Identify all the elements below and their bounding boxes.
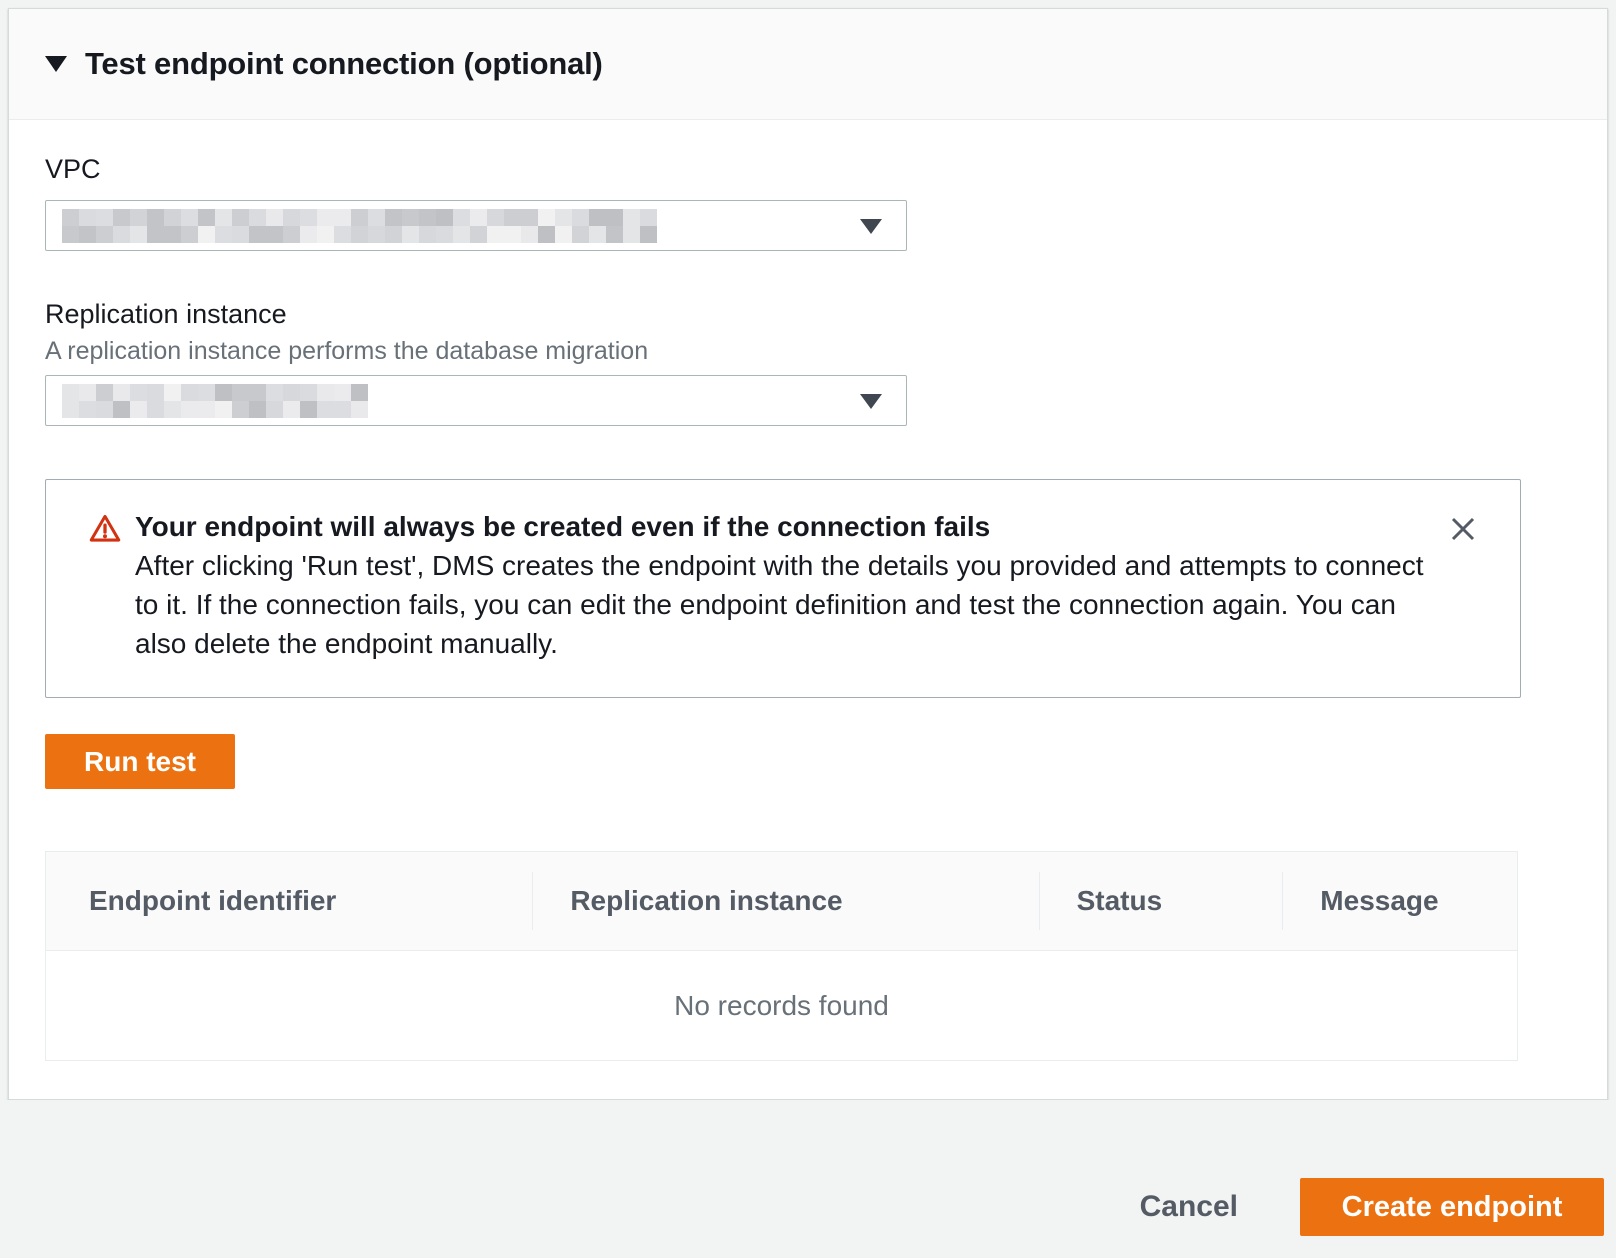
close-icon	[1446, 512, 1480, 546]
cancel-button[interactable]: Cancel	[1140, 1190, 1238, 1224]
replication-instance-field-group: Replication instance A replication insta…	[45, 298, 1527, 426]
replication-instance-label: Replication instance	[45, 298, 1527, 331]
dropdown-triangle-icon	[860, 394, 882, 409]
endpoint-warning-alert: Your endpoint will always be created eve…	[45, 479, 1521, 698]
column-header-message: Message	[1282, 852, 1517, 950]
table-empty-state: No records found	[46, 951, 1517, 1060]
column-header-replication-instance: Replication instance	[532, 852, 1038, 950]
section-header-test-endpoint-connection[interactable]: Test endpoint connection (optional)	[9, 9, 1607, 120]
replication-instance-description: A replication instance performs the data…	[45, 335, 1527, 367]
column-header-status: Status	[1039, 852, 1283, 950]
vpc-select[interactable]	[45, 200, 907, 251]
warning-triangle-icon	[88, 512, 122, 545]
section-title: Test endpoint connection (optional)	[85, 46, 603, 82]
test-results-table: Endpoint identifier Replication instance…	[45, 851, 1518, 1061]
test-endpoint-connection-panel: Test endpoint connection (optional) VPC …	[8, 8, 1608, 1100]
vpc-label: VPC	[45, 153, 1527, 186]
collapse-triangle-icon	[45, 56, 67, 72]
redacted-vpc-value	[62, 209, 657, 243]
alert-title: Your endpoint will always be created eve…	[135, 507, 1435, 546]
run-test-button[interactable]: Run test	[45, 734, 235, 789]
create-endpoint-button[interactable]: Create endpoint	[1300, 1178, 1604, 1236]
form-actions-footer: Cancel Create endpoint	[0, 1100, 1616, 1258]
section-body: VPC Replication instance A replication i…	[9, 120, 1607, 1061]
alert-text: Your endpoint will always be created eve…	[135, 507, 1435, 663]
dropdown-triangle-icon	[860, 219, 882, 234]
replication-instance-select[interactable]	[45, 375, 907, 426]
table-header-row: Endpoint identifier Replication instance…	[46, 852, 1517, 951]
redacted-replication-instance-value	[62, 384, 368, 418]
alert-close-button[interactable]	[1446, 512, 1480, 546]
vpc-field-group: VPC	[45, 153, 1527, 251]
alert-body: After clicking 'Run test', DMS creates t…	[135, 546, 1435, 663]
column-header-endpoint-identifier: Endpoint identifier	[46, 852, 532, 950]
